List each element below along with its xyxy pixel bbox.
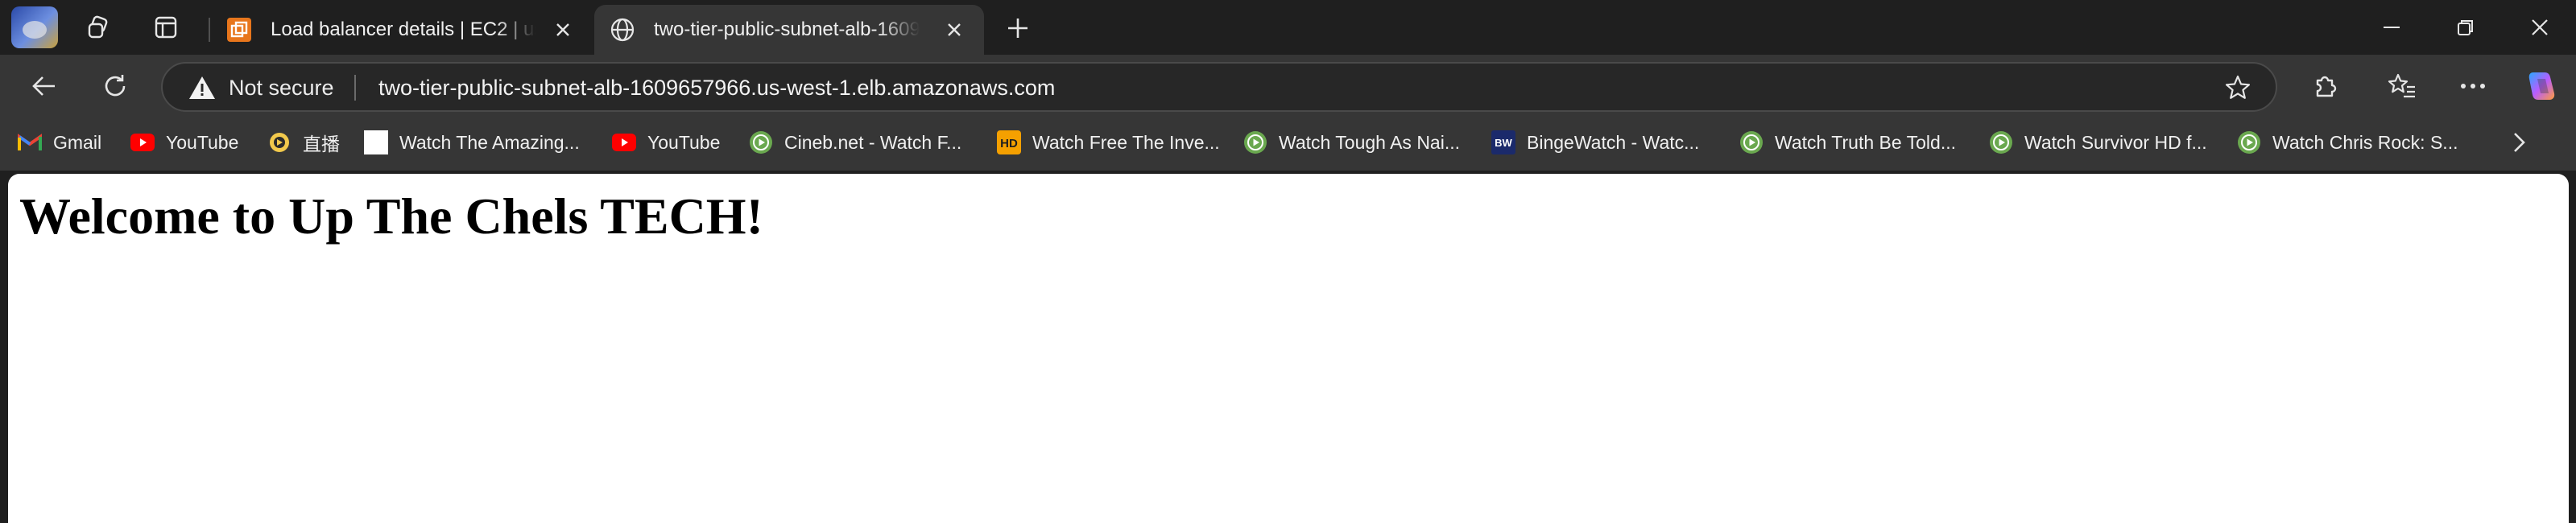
close-window-button[interactable] — [2503, 5, 2576, 50]
page-viewport: Welcome to Up The Chels TECH! — [8, 174, 2569, 523]
close-tab-icon[interactable] — [549, 16, 577, 43]
bookmark-label: Gmail — [53, 131, 102, 153]
bookmark-label: Watch Survivor HD f... — [2024, 131, 2207, 153]
bookmark-label: YouTube — [647, 131, 721, 153]
favorites-button[interactable] — [2382, 66, 2422, 106]
bookmark-label: Watch The Amazing... — [399, 131, 580, 153]
copilot-icon — [2528, 72, 2555, 100]
live-icon — [267, 130, 292, 154]
plus-icon — [1008, 19, 1028, 38]
bookmark-label: Watch Chris Rock: S... — [2272, 131, 2458, 153]
gmail-icon — [18, 130, 42, 154]
bookmark-youtube[interactable]: YouTube — [130, 129, 238, 156]
play-circle-icon — [749, 130, 773, 154]
restore-icon — [2458, 20, 2473, 35]
restore-button[interactable] — [2429, 5, 2503, 50]
bookmark-truth-be-told[interactable]: Watch Truth Be Told... — [1739, 129, 1956, 156]
bookmark-label: YouTube — [166, 131, 239, 153]
page-heading: Welcome to Up The Chels TECH! — [19, 187, 763, 245]
tab-title: Load balancer details | EC2 | us-west-1 — [271, 19, 536, 40]
bw-icon: BW — [1491, 130, 1515, 154]
aws-ec2-icon — [225, 16, 253, 43]
tab-strip: Load balancer details | EC2 | us-west-1 … — [0, 0, 2576, 55]
url-text[interactable]: two-tier-public-subnet-alb-1609657966.us… — [378, 76, 1055, 101]
address-bar[interactable]: Not secure two-tier-public-subnet-alb-16… — [161, 62, 2277, 112]
play-circle-icon — [1739, 130, 1764, 154]
address-separator — [354, 75, 356, 101]
bookmark-youtube-2[interactable]: YouTube — [612, 129, 720, 156]
bookmark-gmail[interactable]: Gmail — [18, 129, 101, 156]
bookmark-watch-amazing[interactable]: Watch The Amazing... — [364, 129, 580, 156]
bookmark-cineb[interactable]: Cineb.net - Watch F... — [749, 129, 961, 156]
play-circle-icon — [1989, 130, 2013, 154]
copilot-button[interactable] — [2522, 66, 2562, 106]
bookmarks-bar: Gmail YouTube 直播 Watch The Amazing... Yo… — [0, 116, 2576, 171]
browser-toolbar: Not secure two-tier-public-subnet-alb-16… — [0, 55, 2576, 116]
minimize-button[interactable] — [2355, 5, 2429, 50]
bookmark-label: Watch Tough As Nai... — [1279, 131, 1461, 153]
bookmark-survivor[interactable]: Watch Survivor HD f... — [1989, 129, 2207, 156]
bookmark-watch-free[interactable]: HD Watch Free The Inve... — [997, 129, 1220, 156]
security-status-label[interactable]: Not secure — [229, 76, 334, 101]
favorite-star-icon[interactable] — [2224, 74, 2251, 101]
chevron-right-icon[interactable] — [2507, 130, 2531, 154]
bookmark-label: Cineb.net - Watch F... — [784, 131, 962, 153]
tab-separator — [209, 18, 210, 42]
reload-button[interactable] — [95, 66, 135, 106]
bookmark-bingewatch[interactable]: BW BingeWatch - Watc... — [1491, 129, 1699, 156]
play-circle-icon — [1243, 130, 1267, 154]
more-menu-button[interactable] — [2453, 66, 2493, 106]
blank-page-icon — [364, 130, 388, 154]
bookmark-label: Watch Free The Inve... — [1032, 131, 1220, 153]
reload-icon — [105, 75, 126, 97]
back-arrow-icon — [32, 76, 55, 96]
warning-icon[interactable] — [188, 75, 216, 101]
youtube-icon — [612, 130, 636, 154]
hd-icon: HD — [997, 130, 1021, 154]
tab-actions-icon[interactable] — [145, 8, 187, 47]
bookmark-chris-rock[interactable]: Watch Chris Rock: S... — [2237, 129, 2458, 156]
profile-avatar[interactable] — [11, 6, 58, 48]
extensions-button[interactable] — [2305, 66, 2345, 106]
tab-alb-page[interactable]: two-tier-public-subnet-alb-1609657966.us… — [594, 5, 984, 55]
workspaces-icon[interactable] — [77, 8, 119, 47]
close-tab-icon[interactable] — [941, 16, 968, 43]
globe-icon — [609, 16, 636, 43]
bw-badge-text: BW — [1495, 137, 1512, 149]
bookmark-label: Watch Truth Be Told... — [1775, 131, 1956, 153]
bookmark-tough-as-nails[interactable]: Watch Tough As Nai... — [1243, 129, 1460, 156]
favorites-icon — [2388, 73, 2415, 98]
new-tab-button[interactable] — [999, 10, 1037, 47]
bookmark-live[interactable]: 直播 — [267, 129, 340, 156]
hd-badge-text: HD — [1000, 137, 1018, 150]
ellipsis-icon — [2461, 84, 2485, 89]
play-circle-icon — [2237, 130, 2261, 154]
puzzle-icon — [2316, 76, 2337, 97]
tab-load-balancer-details[interactable]: Load balancer details | EC2 | us-west-1 — [211, 5, 593, 55]
tab-title: two-tier-public-subnet-alb-1609657966.us… — [654, 19, 920, 40]
back-button[interactable] — [24, 66, 64, 106]
youtube-icon — [130, 130, 155, 154]
bookmark-label: 直播 — [303, 134, 340, 154]
bookmark-label: BingeWatch - Watc... — [1527, 131, 1700, 153]
close-icon — [2532, 19, 2548, 35]
minimize-icon — [2384, 27, 2400, 28]
